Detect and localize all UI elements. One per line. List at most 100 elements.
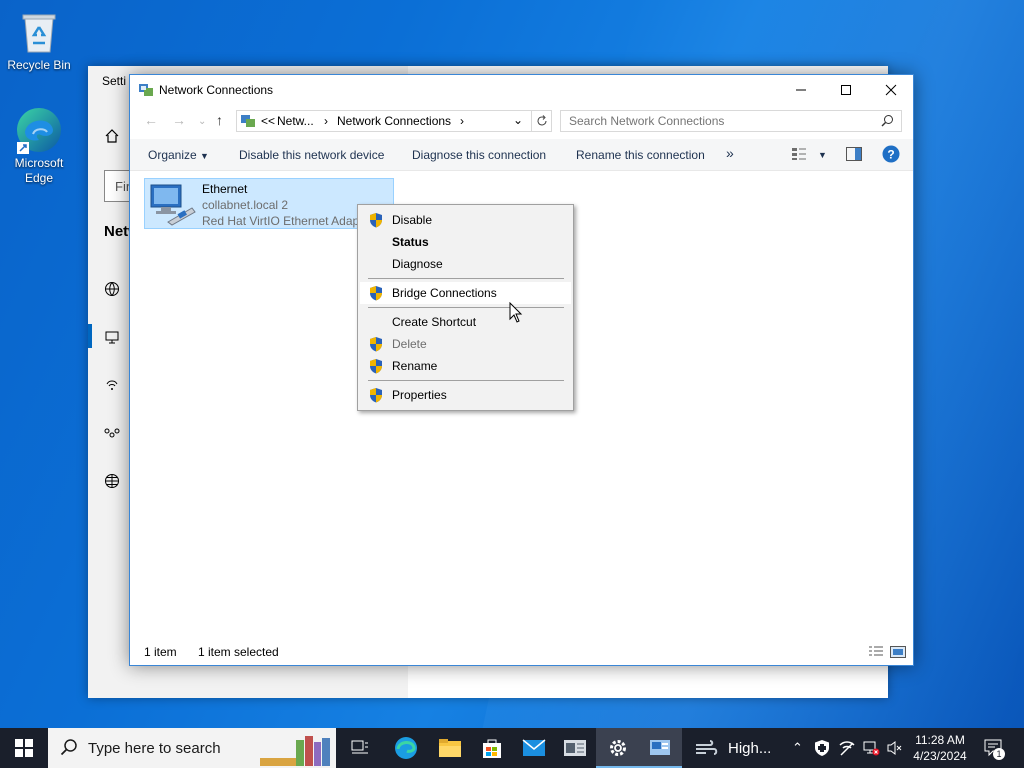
- menu-item-label: Disable: [392, 213, 433, 227]
- uac-shield-icon: [369, 336, 383, 355]
- search-highlight-books-icon: [260, 734, 336, 768]
- menu-item-disable[interactable]: Disable: [360, 209, 571, 231]
- search-box[interactable]: [560, 110, 902, 132]
- title-bar[interactable]: Network Connections: [130, 75, 913, 106]
- menu-item-label: Create Shortcut: [392, 315, 477, 329]
- server-manager-icon: [564, 740, 586, 756]
- window-title: Network Connections: [159, 83, 274, 97]
- up-arrow-icon[interactable]: ↑: [216, 112, 223, 128]
- menu-item-rename[interactable]: Rename: [360, 355, 571, 377]
- volume-muted-icon[interactable]: [886, 739, 904, 760]
- address-bar[interactable]: << Netw... › Network Connections › ⌄: [236, 110, 552, 132]
- home-icon[interactable]: [104, 128, 120, 147]
- vpn-icon[interactable]: [104, 425, 122, 443]
- clock-date: 4/23/2024: [913, 749, 967, 763]
- address-row: ← → ⌄ ↑ << Netw... › Network Connections…: [130, 108, 913, 136]
- task-view-icon: [351, 740, 368, 754]
- context-menu[interactable]: Disable Status Diagnose Bridge Connectio…: [357, 204, 574, 411]
- menu-item-label: Properties: [392, 388, 447, 402]
- search-icon[interactable]: [881, 114, 894, 130]
- notification-center-icon[interactable]: 1: [983, 738, 1005, 761]
- item-count: 1 item: [144, 645, 177, 659]
- change-view-icon[interactable]: [791, 147, 807, 164]
- close-button[interactable]: [868, 75, 914, 105]
- refresh-button[interactable]: [531, 111, 549, 131]
- taskbar-network-connections[interactable]: [638, 728, 682, 768]
- show-hidden-icons-chevron-icon[interactable]: ⌃: [792, 740, 803, 756]
- maximize-button[interactable]: [823, 75, 869, 105]
- recent-chevron-down-icon[interactable]: ⌄: [198, 116, 206, 127]
- network-adapter-icon: [148, 182, 196, 229]
- view-options-chevron-icon[interactable]: ▼: [818, 150, 827, 160]
- menu-separator: [368, 380, 564, 381]
- menu-item-label: Status: [392, 235, 429, 249]
- forward-arrow-icon[interactable]: →: [172, 112, 186, 128]
- menu-separator: [368, 307, 564, 308]
- task-view-button[interactable]: [338, 728, 382, 768]
- search-input[interactable]: [561, 111, 861, 131]
- network-disconnected-icon[interactable]: [838, 739, 856, 760]
- menu-item-properties[interactable]: Properties: [360, 384, 571, 406]
- rename-connection-button[interactable]: Rename this connection: [576, 148, 705, 162]
- back-arrow-icon[interactable]: ←: [144, 112, 158, 128]
- breadcrumb-network-connections[interactable]: Network Connections: [337, 114, 451, 128]
- network-connections-icon: [138, 82, 154, 101]
- taskbar-search-placeholder: Type here to search: [88, 740, 221, 757]
- help-icon[interactable]: ?: [882, 145, 900, 166]
- taskbar-file-explorer[interactable]: [428, 728, 472, 768]
- menu-item-label: Bridge Connections: [392, 286, 497, 300]
- disable-device-button[interactable]: Disable this network device: [239, 148, 384, 162]
- clock[interactable]: 11:28 AM 4/23/2024: [908, 732, 972, 764]
- control-panel-icon: [650, 740, 670, 755]
- taskbar-search-box[interactable]: Type here to search: [48, 728, 336, 768]
- security-shield-icon[interactable]: [814, 739, 830, 760]
- network-folder-icon: [240, 113, 256, 132]
- menu-item-bridge-connections[interactable]: Bridge Connections: [360, 282, 571, 304]
- breadcrumb-separator-icon: ›: [460, 114, 464, 128]
- taskbar-store[interactable]: [470, 728, 514, 768]
- large-icons-view-icon[interactable]: [890, 646, 906, 661]
- weather-label: High...: [728, 740, 772, 757]
- status-globe-icon[interactable]: [104, 281, 122, 299]
- ethernet-tray-icon[interactable]: [862, 739, 880, 760]
- selection-count: 1 item selected: [198, 645, 279, 659]
- folder-icon: [439, 739, 461, 757]
- menu-item-status[interactable]: Status: [360, 231, 571, 253]
- desktop-icon-recycle-bin[interactable]: Recycle Bin: [1, 8, 77, 73]
- uac-shield-icon: [369, 212, 383, 231]
- diagnose-connection-button[interactable]: Diagnose this connection: [412, 148, 546, 162]
- dialup-icon[interactable]: [104, 377, 122, 395]
- minimize-button[interactable]: [778, 75, 824, 105]
- breadcrumb-overflow[interactable]: <<: [261, 114, 275, 128]
- taskbar-settings[interactable]: [596, 728, 640, 768]
- uac-shield-icon: [369, 358, 383, 377]
- menu-item-create-shortcut[interactable]: Create Shortcut: [360, 311, 571, 333]
- gear-icon: [610, 740, 626, 756]
- edge-icon: [15, 106, 63, 154]
- start-button[interactable]: [0, 728, 48, 768]
- breadcrumb-network[interactable]: Netw...: [277, 114, 314, 128]
- proxy-globe-icon[interactable]: [104, 473, 122, 491]
- menu-item-label: Rename: [392, 359, 438, 373]
- menu-separator: [368, 278, 564, 279]
- address-dropdown-chevron-icon[interactable]: ⌄: [513, 113, 523, 127]
- preview-pane-icon[interactable]: [846, 147, 862, 164]
- taskbar-edge[interactable]: [384, 728, 428, 768]
- organize-menu[interactable]: Organize ▼: [148, 148, 209, 162]
- details-view-icon[interactable]: [868, 646, 884, 661]
- taskbar-mail[interactable]: [512, 728, 556, 768]
- taskbar-server-manager[interactable]: [553, 728, 597, 768]
- settings-selected-indicator: [88, 324, 92, 348]
- menu-item-diagnose[interactable]: Diagnose: [360, 253, 571, 275]
- menu-item-delete[interactable]: Delete: [360, 333, 571, 355]
- ethernet-icon[interactable]: [104, 329, 122, 347]
- desktop-icon-label: Microsoft Edge: [14, 156, 64, 185]
- store-icon: [483, 739, 501, 758]
- notification-count-badge: 1: [993, 748, 1005, 760]
- more-commands-button[interactable]: »: [726, 145, 734, 161]
- svg-text:?: ?: [887, 148, 894, 162]
- adapter-network: collabnet.local 2: [202, 198, 289, 212]
- taskbar: Type here to search High... ⌃ 11:28 AM 4…: [0, 728, 1024, 768]
- desktop-icon-edge[interactable]: Microsoft Edge: [1, 106, 77, 186]
- command-bar: Organize ▼ Disable this network device D…: [130, 139, 913, 171]
